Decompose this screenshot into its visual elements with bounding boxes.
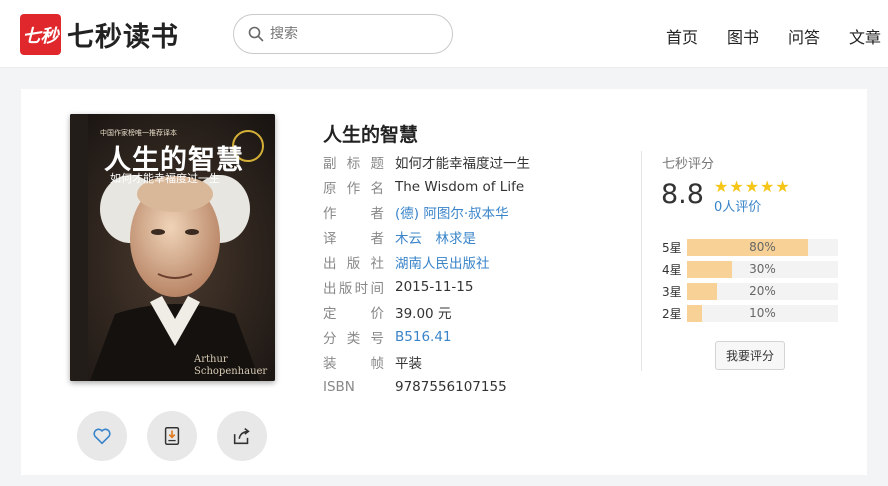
info-value: 平装: [395, 355, 422, 372]
rating-bar-label: 4星: [662, 262, 682, 277]
author-link[interactable]: (德) 阿图尔·叔本华: [395, 202, 509, 222]
rating-bar-track: 20%: [687, 282, 838, 300]
logo-text: 七秒读书: [67, 22, 179, 53]
book-info-list: 副标题 如何才能幸福度过一生 原作名 The Wisdom of Life 作者…: [323, 149, 530, 399]
book-title: 人生的智慧: [323, 124, 419, 146]
info-row-subtitle: 副标题 如何才能幸福度过一生: [323, 149, 530, 174]
favorite-button[interactable]: [77, 411, 127, 461]
rating-bar-percent: 80%: [749, 239, 776, 254]
rating-bar-label: 3星: [662, 284, 682, 299]
info-row-isbn: ISBN 9787556107155: [323, 374, 530, 399]
info-label: 装帧: [323, 355, 384, 372]
info-value: The Wisdom of Life: [395, 178, 525, 195]
book-cover-image: 中国作家榜唯一推荐译本 人生的智慧 如何才能幸福度过一生 Arthur Scho…: [70, 114, 275, 381]
nav-books[interactable]: 图书: [727, 24, 759, 48]
book-detail-card: 中国作家榜唯一推荐译本 人生的智慧 如何才能幸福度过一生 Arthur Scho…: [21, 89, 867, 475]
rating-bar-track: 10%: [687, 304, 838, 322]
rating-bar-row: 3星 20%: [662, 280, 838, 302]
info-value: 如何才能幸福度过一生: [395, 155, 530, 172]
search-box[interactable]: [233, 14, 453, 54]
nav-home[interactable]: 首页: [666, 24, 698, 48]
rating-label: 七秒评分: [662, 157, 715, 172]
cover-subtitle: 如何才能幸福度过一生: [110, 172, 220, 185]
share-icon: [233, 428, 250, 445]
search-icon: [248, 26, 264, 42]
read-button[interactable]: [147, 411, 197, 461]
nav-qa[interactable]: 问答: [788, 24, 820, 48]
cover-author-latin-2: Schopenhauer: [194, 366, 268, 377]
info-value: 2015-11-15: [395, 278, 474, 295]
rating-bar-row: 4星 30%: [662, 258, 838, 280]
info-row-publish-date: 出版时间 2015-11-15: [323, 274, 530, 299]
info-label: 定价: [323, 305, 384, 322]
info-row-publisher: 出版社 湖南人民出版社: [323, 249, 530, 274]
info-row-binding: 装帧 平装: [323, 349, 530, 374]
info-label: 分类号: [323, 330, 384, 347]
star-icon: ★: [714, 177, 729, 196]
info-row-classification: 分类号 B516.41: [323, 324, 530, 349]
star-icon: ★: [760, 177, 775, 196]
info-label: 副标题: [323, 155, 384, 172]
rating-distribution: 5星 80% 4星 30% 3星 20% 2星 10%: [662, 236, 838, 324]
star-icon: ★: [729, 177, 744, 196]
book-download-icon: [164, 427, 180, 445]
share-button[interactable]: [217, 411, 267, 461]
info-label: 出版时间: [323, 280, 384, 297]
logo-mark: 七秒: [20, 14, 61, 55]
rating-bar-percent: 10%: [749, 305, 776, 320]
rating-bar-label: 2星: [662, 306, 682, 321]
info-value: 39.00 元: [395, 305, 452, 322]
translator-link[interactable]: 木云 林求是: [395, 227, 476, 247]
info-label: 出版社: [323, 255, 384, 272]
rating-score: 8.8: [661, 179, 704, 210]
rating-bar-percent: 20%: [749, 283, 776, 298]
star-icon: ★: [775, 177, 790, 196]
vertical-divider: [641, 151, 642, 371]
rating-bar-track: 80%: [687, 238, 838, 256]
info-row-author: 作者 (德) 阿图尔·叔本华: [323, 199, 530, 224]
info-row-translator: 译者 木云 林求是: [323, 224, 530, 249]
top-header: 七秒 七秒读书 首页 图书 问答 文章: [0, 0, 888, 68]
classification-link[interactable]: B516.41: [395, 329, 452, 345]
info-label: ISBN: [323, 378, 355, 395]
info-label: 译者: [323, 230, 384, 247]
cover-top-line: 中国作家榜唯一推荐译本: [100, 129, 177, 137]
rating-bar-track: 30%: [687, 260, 838, 278]
info-label: 原作名: [323, 180, 384, 197]
publisher-link[interactable]: 湖南人民出版社: [395, 252, 490, 272]
rating-stars: ★ ★ ★ ★ ★: [714, 178, 791, 196]
main-nav: 首页 图书 问答 文章: [666, 24, 888, 48]
info-label: 作者: [323, 205, 384, 222]
rating-bar-label: 5星: [662, 240, 682, 255]
rating-bar-row: 5星 80%: [662, 236, 838, 258]
heart-icon: [93, 428, 111, 445]
review-count-link[interactable]: 0人评价: [714, 196, 761, 215]
rating-bar-row: 2星 10%: [662, 302, 838, 324]
rating-bar-percent: 30%: [749, 261, 776, 276]
cover-author-latin-1: Arthur: [194, 354, 228, 365]
star-icon: ★: [744, 177, 760, 196]
info-row-original-title: 原作名 The Wisdom of Life: [323, 174, 530, 199]
nav-articles[interactable]: 文章: [849, 24, 881, 48]
rate-button[interactable]: 我要评分: [715, 341, 785, 370]
info-value: 9787556107155: [395, 378, 507, 395]
search-input[interactable]: [270, 26, 440, 42]
info-row-price: 定价 39.00 元: [323, 299, 530, 324]
site-logo[interactable]: 七秒 七秒读书: [20, 14, 179, 55]
